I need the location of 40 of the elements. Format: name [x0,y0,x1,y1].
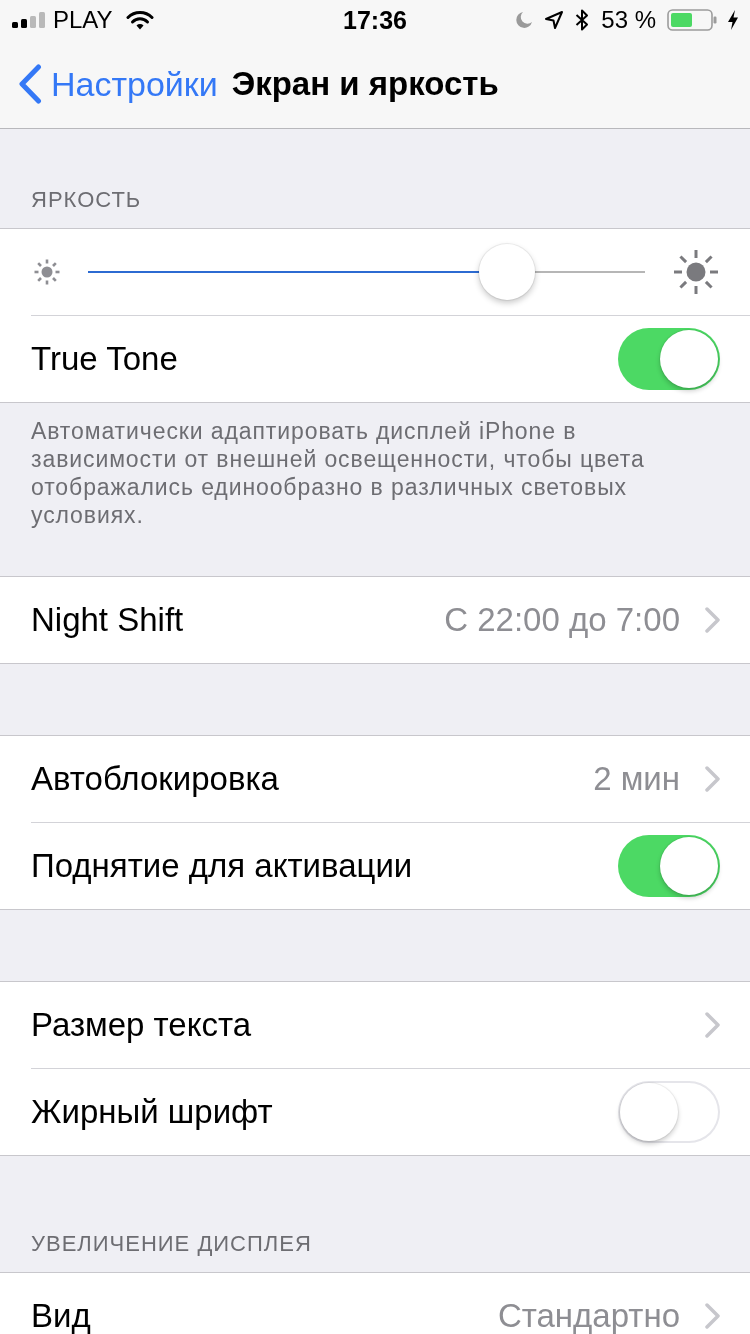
back-chevron-icon [18,64,42,104]
row-value: 2 мин [593,760,680,798]
row-label: Night Shift [31,601,184,639]
bluetooth-icon [575,9,590,31]
carrier-name: PLAY [53,6,113,34]
settings-row[interactable]: Night Shift С 22:00 до 7:00 [0,577,750,663]
bright-sun-icon [672,248,720,296]
slider-thumb[interactable] [478,244,535,300]
battery-percentage: 53 % [601,6,656,34]
row-value: Стандартно [497,1297,680,1334]
section-footer: Автоматически адаптировать дисплей iPhone в зависимости от внешней освещенности, чтобы цвета отображались единообразно в различных световых условиях. [31,417,690,529]
signal-bars-icon [12,12,46,28]
row-label: Вид [31,1297,91,1334]
screen-title: Экран и яркость [231,65,499,103]
chevron-icon [705,1303,720,1329]
section-header: УВЕЛИЧЕНИЕ ДИСПЛЕЯ [31,1230,312,1258]
settings-row[interactable]: Автоблокировка 2 мин [0,736,750,823]
row-value: С 22:00 до 7:00 [444,601,680,639]
location-arrow-icon [544,10,565,30]
back-button[interactable]: Настройки [18,64,218,104]
settings-row[interactable]: Вид Стандартно [0,1273,750,1334]
row-label: Размер текста [31,1006,252,1044]
chevron-icon [705,766,720,792]
row-label: Жирный шрифт [31,1093,273,1131]
section-header: ЯРКОСТЬ [31,186,142,214]
toggle-switch[interactable] [618,328,720,390]
dim-sun-icon [33,258,61,286]
row-label: Поднятие для активации [31,847,413,885]
chevron-icon [705,1012,720,1038]
charging-bolt-icon [728,10,738,30]
status-time: 17:36 [343,5,407,35]
moon-icon [515,11,534,29]
row-label: True Tone [31,340,178,378]
settings-row[interactable]: Размер текста [0,982,750,1069]
row-label: Автоблокировка [31,760,279,798]
chevron-icon [705,607,720,633]
toggle-switch[interactable] [618,835,720,897]
wifi-icon [125,10,154,30]
battery-icon [667,9,717,31]
toggle-switch[interactable] [618,1081,720,1143]
